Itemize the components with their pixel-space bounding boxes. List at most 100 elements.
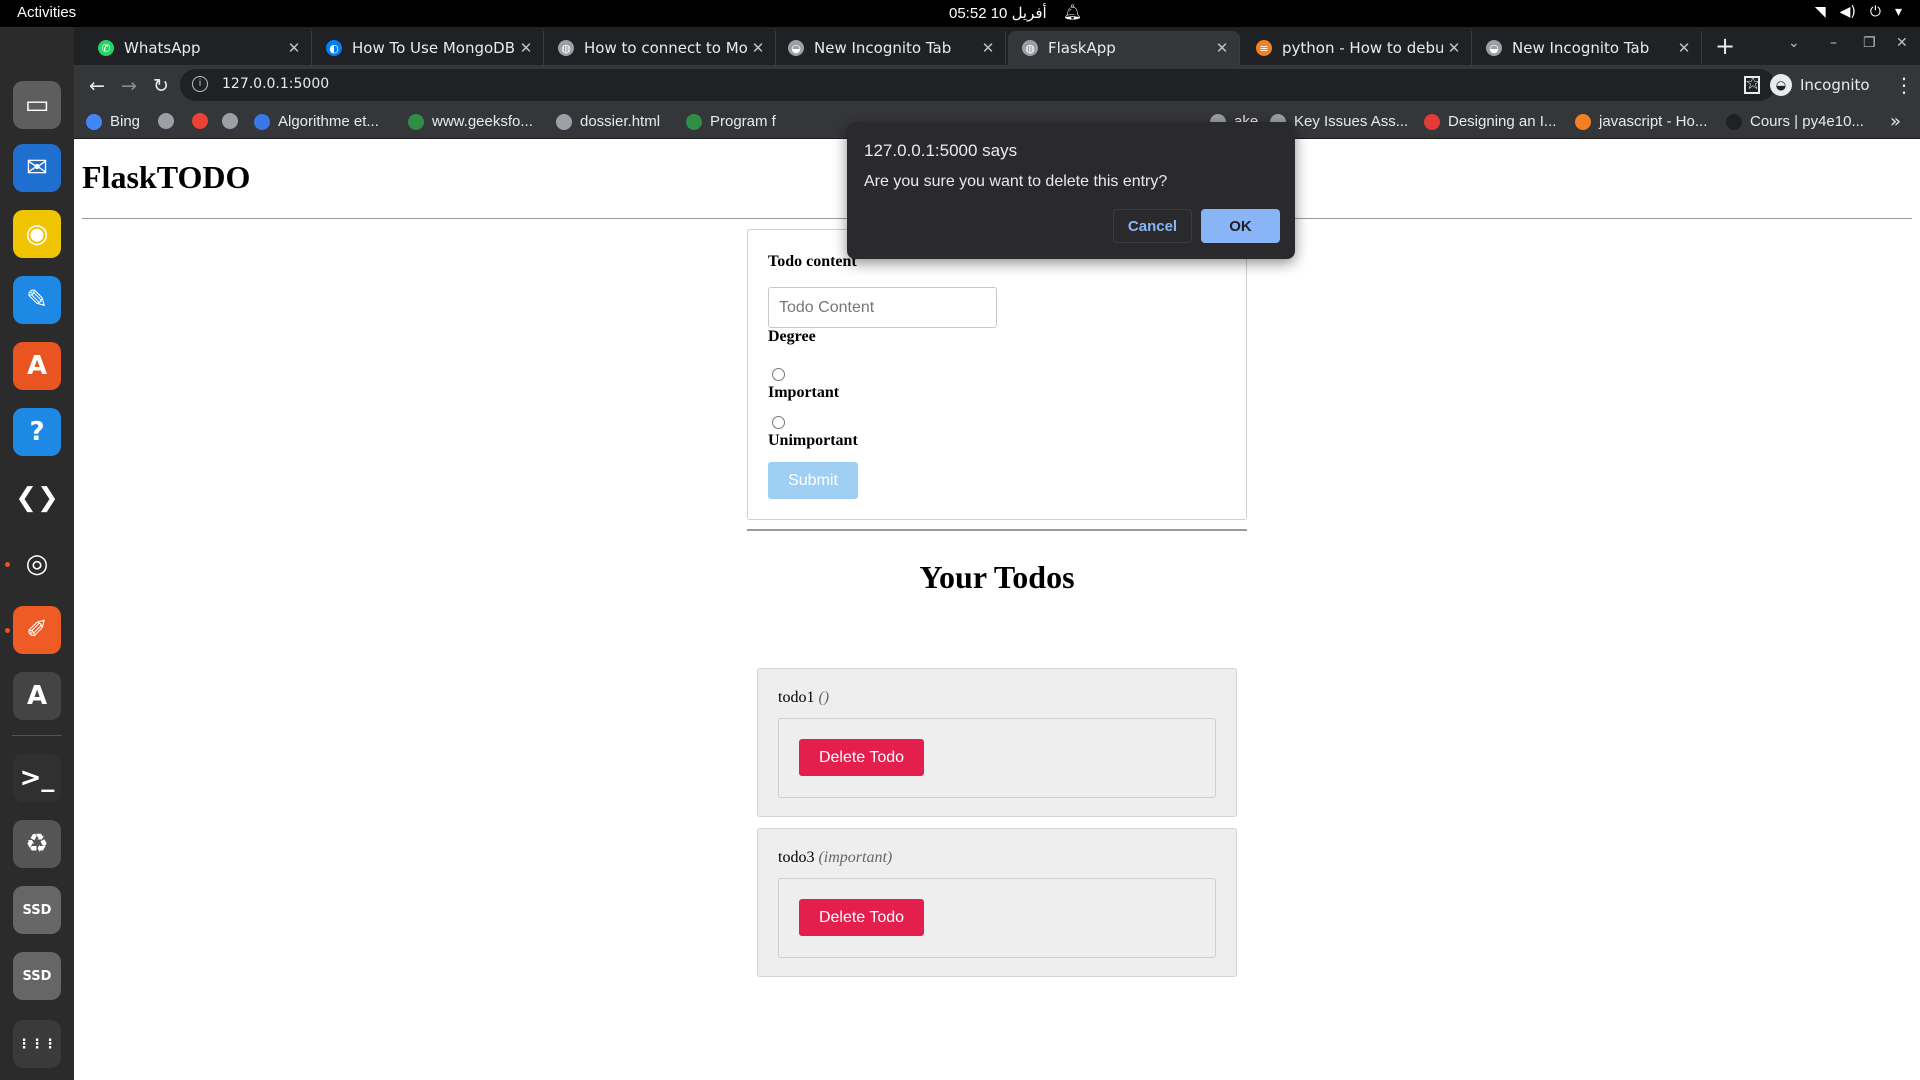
- more-bookmarks-icon[interactable]: »: [1890, 111, 1901, 132]
- thunderbird-icon[interactable]: ✉: [13, 144, 61, 192]
- terminal-icon[interactable]: >_: [13, 754, 61, 802]
- browser-menu-icon[interactable]: ⋮: [1894, 73, 1914, 97]
- bookmark-item[interactable]: Program f: [686, 113, 776, 130]
- delete-todo-button[interactable]: Delete Todo: [799, 899, 924, 936]
- tab-7[interactable]: ◒ New Incognito Tab ✕: [1472, 31, 1702, 65]
- incognito-profile-button[interactable]: ◒ Incognito: [1770, 71, 1870, 99]
- activities-button[interactable]: Activities: [17, 4, 76, 21]
- important-radio[interactable]: [772, 368, 785, 381]
- address-bar[interactable]: i 127.0.0.1:5000 ☆: [180, 69, 1775, 101]
- dialog-title: 127.0.0.1:5000 says: [864, 141, 1018, 160]
- globe-icon: [158, 113, 174, 129]
- bookmark-item[interactable]: Cours | py4e10...: [1726, 113, 1864, 130]
- site-info-icon[interactable]: i: [192, 76, 208, 92]
- new-tab-button[interactable]: +: [1710, 32, 1740, 60]
- bookmark-item[interactable]: dossier.html: [556, 113, 660, 130]
- tab-label: New Incognito Tab: [1512, 39, 1650, 57]
- tab-6[interactable]: ≡ python - How to debug a✕: [1242, 31, 1472, 65]
- bookmark-item[interactable]: www.geeksfo...: [408, 113, 533, 130]
- help-icon[interactable]: ?: [13, 408, 61, 456]
- unimportant-radio[interactable]: [772, 416, 785, 429]
- incognito-icon: ◒: [1486, 40, 1502, 56]
- files-icon[interactable]: ▭: [13, 81, 61, 129]
- app-grid-icon[interactable]: ⋮⋮⋮: [13, 1020, 61, 1068]
- submit-button[interactable]: Submit: [768, 462, 858, 499]
- browser-window: ✆WhatsApp✕◐How To Use MongoDB in✕◍How to…: [74, 27, 1920, 1080]
- close-tab-icon[interactable]: ✕: [283, 39, 305, 57]
- todo-content-input[interactable]: [768, 287, 997, 328]
- profile-label: Incognito: [1800, 76, 1870, 94]
- reload-icon[interactable]: ↻: [148, 73, 174, 99]
- todo-actions: Delete Todo: [778, 878, 1216, 958]
- page-title[interactable]: FlaskTODO: [82, 159, 250, 196]
- close-tab-icon[interactable]: ✕: [977, 39, 999, 57]
- confirm-dialog: 127.0.0.1:5000 says Are you sure you wan…: [847, 122, 1295, 259]
- bing-icon: [86, 113, 102, 130]
- bookmark-label: javascript - Ho...: [1599, 113, 1708, 130]
- bookmark-item[interactable]: Bing: [86, 113, 140, 130]
- bookmark-label: Designing an I...: [1448, 113, 1557, 130]
- tab-search-icon[interactable]: ⌄: [1788, 35, 1800, 51]
- bookmark-item[interactable]: javascript - Ho...: [1575, 113, 1707, 130]
- unimportant-label[interactable]: Unimportant: [768, 432, 858, 450]
- important-label[interactable]: Important: [768, 384, 839, 402]
- bookmark-item[interactable]: Algorithme et...: [254, 113, 379, 130]
- tab-2[interactable]: ◐ How To Use MongoDB in✕: [312, 31, 544, 65]
- system-top-bar: Activities 05:52 أفريل 10 🔔︎ ◥ ◀) ⏻ ▾: [0, 0, 1920, 27]
- updater-icon[interactable]: A: [13, 672, 61, 720]
- close-tab-icon[interactable]: ✕: [515, 39, 537, 57]
- bookmark-label: Algorithme et...: [278, 113, 379, 130]
- side-panel-icon[interactable]: [1744, 76, 1760, 94]
- todo-title: todo3: [778, 849, 815, 866]
- wifi-icon: ◥: [1814, 4, 1826, 20]
- tab-4[interactable]: ◒ New Incognito Tab ✕: [774, 31, 1006, 65]
- tab-1[interactable]: ✆ WhatsApp ✕: [84, 31, 312, 65]
- rhythmbox-icon[interactable]: ◉: [13, 210, 61, 258]
- bookmark-item[interactable]: [222, 113, 238, 129]
- globe-icon: ◍: [558, 40, 574, 56]
- delete-todo-button[interactable]: Delete Todo: [799, 739, 924, 776]
- close-tab-icon[interactable]: ✕: [1443, 39, 1465, 57]
- trash-icon[interactable]: ♻: [13, 820, 61, 868]
- dock-separator: [12, 735, 62, 736]
- power-icon: ⏻: [1869, 4, 1881, 20]
- bookmark-item[interactable]: [192, 113, 208, 129]
- software-icon[interactable]: A: [13, 342, 61, 390]
- close-tab-icon[interactable]: ✕: [1211, 39, 1233, 57]
- forward-icon[interactable]: →: [116, 73, 142, 99]
- chevron-down-icon: ▾: [1894, 4, 1902, 20]
- tab-label: How to connect to Mong: [584, 39, 747, 57]
- geeksforgeeks-icon: [686, 113, 702, 130]
- tab-label: WhatsApp: [124, 39, 201, 57]
- close-window-icon[interactable]: ✕: [1896, 35, 1908, 51]
- minimize-icon[interactable]: –: [1830, 35, 1837, 51]
- ssd-drive-icon[interactable]: SSD: [13, 952, 61, 1000]
- close-tab-icon[interactable]: ✕: [1673, 39, 1695, 57]
- writer-icon[interactable]: ✎: [13, 276, 61, 324]
- tab-5[interactable]: ◍ FlaskApp ✕: [1008, 31, 1240, 65]
- todo-title: todo1: [778, 689, 815, 706]
- bookmark-label: www.geeksfo...: [432, 113, 533, 130]
- bookmark-label: Cours | py4e10...: [1750, 113, 1864, 130]
- clock[interactable]: 05:52 أفريل 10: [949, 4, 1047, 22]
- tab-label: python - How to debug a: [1282, 39, 1443, 57]
- vscode-icon[interactable]: ❮❯: [13, 474, 61, 522]
- cancel-button[interactable]: Cancel: [1113, 209, 1192, 243]
- address-url[interactable]: 127.0.0.1:5000: [222, 76, 329, 92]
- back-icon[interactable]: ←: [84, 73, 110, 99]
- bookmark-item[interactable]: Designing an I...: [1424, 113, 1556, 130]
- system-tray[interactable]: ◥ ◀) ⏻ ▾: [1815, 4, 1902, 20]
- postman-icon[interactable]: ✐: [13, 606, 61, 654]
- incognito-icon: ◒: [788, 40, 804, 56]
- restore-icon[interactable]: ❐: [1863, 35, 1876, 51]
- web-page: FlaskTODO Todo content Degree Important …: [74, 139, 1920, 1080]
- bookmark-item[interactable]: [158, 113, 174, 129]
- ok-button[interactable]: OK: [1201, 209, 1280, 243]
- globe-icon: [222, 113, 238, 129]
- tab-3[interactable]: ◍ How to connect to Mong✕: [544, 31, 776, 65]
- close-tab-icon[interactable]: ✕: [747, 39, 769, 57]
- running-indicator: [5, 628, 10, 633]
- todo-card: todo1 () Delete Todo: [757, 668, 1237, 817]
- ssd-drive-icon[interactable]: SSD: [13, 886, 61, 934]
- chrome-icon[interactable]: ◎: [13, 540, 61, 588]
